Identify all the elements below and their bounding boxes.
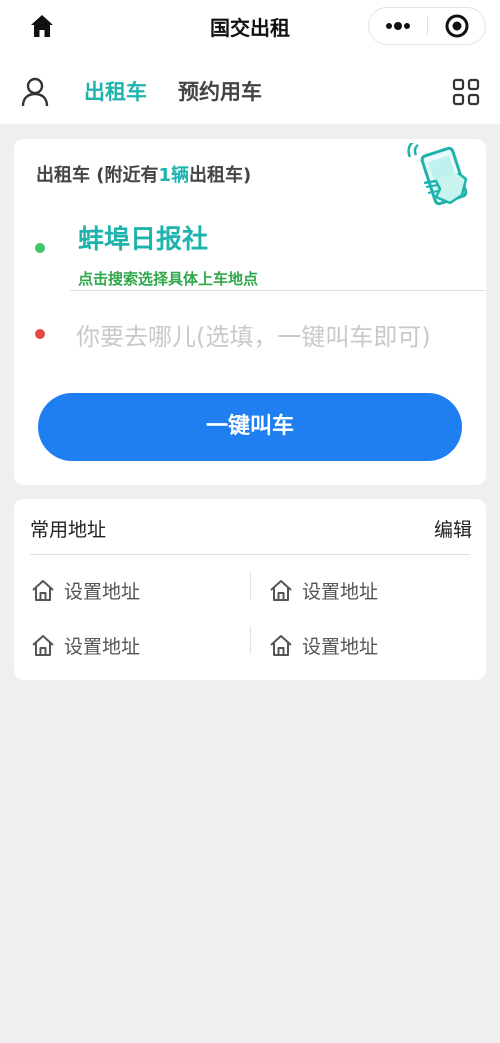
grid-icon[interactable] [452,78,480,106]
booking-card: 出租车 (附近有1辆出租车) 蚌埠日报社 点击搜索选择具体上车地点 你要去哪儿(… [14,139,486,485]
set-address-item[interactable]: 设置地址 [268,575,378,605]
pickup-underline [70,290,486,291]
house-icon [270,635,292,656]
house-icon [32,580,54,601]
close-circle-icon[interactable] [428,8,486,44]
set-address-item[interactable]: 设置地址 [30,630,140,660]
destination-input[interactable]: 你要去哪儿(选填，一键叫车即可) [76,317,486,352]
pickup-hint[interactable]: 点击搜索选择具体上车地点 [78,268,258,289]
nearby-suffix: 出租车) [189,165,252,186]
mini-program-capsule [368,7,486,45]
house-icon [32,635,54,656]
destination-dot [35,329,45,339]
house-icon [270,580,292,601]
edit-button[interactable]: 编辑 [434,515,472,542]
nearby-count: 1辆 [158,165,190,186]
set-address-item[interactable]: 设置地址 [30,575,140,605]
column-divider [250,571,251,599]
set-address-item[interactable]: 设置地址 [268,630,378,660]
more-dots-icon[interactable] [369,8,427,44]
tab-taxi[interactable]: 出租车 [84,77,147,107]
title-bar: 国交出租 [0,0,500,52]
set-address-label: 设置地址 [302,635,379,658]
set-address-label: 设置地址 [64,635,141,658]
nav-bar: 出租车 预约用车 [0,52,500,124]
nearby-prefix: 出租车 (附近有 [36,165,159,186]
tab-reserve[interactable]: 预约用车 [178,77,262,107]
favorite-addresses-card: 常用地址 编辑 设置地址 设置地址 设置地址 设置地址 [14,499,486,680]
home-icon[interactable] [26,10,58,42]
user-icon[interactable] [20,76,50,108]
favorites-title: 常用地址 [30,519,107,541]
favorites-divider [30,554,470,555]
call-taxi-button[interactable]: 一键叫车 [38,393,462,461]
column-divider [250,626,251,654]
pickup-location[interactable]: 蚌埠日报社 [78,219,208,256]
set-address-label: 设置地址 [302,580,379,603]
set-address-label: 设置地址 [64,580,141,603]
pickup-dot [35,243,45,253]
nearby-taxi-info: 出租车 (附近有1辆出租车) [36,161,251,187]
phone-taxi-icon [406,141,476,209]
